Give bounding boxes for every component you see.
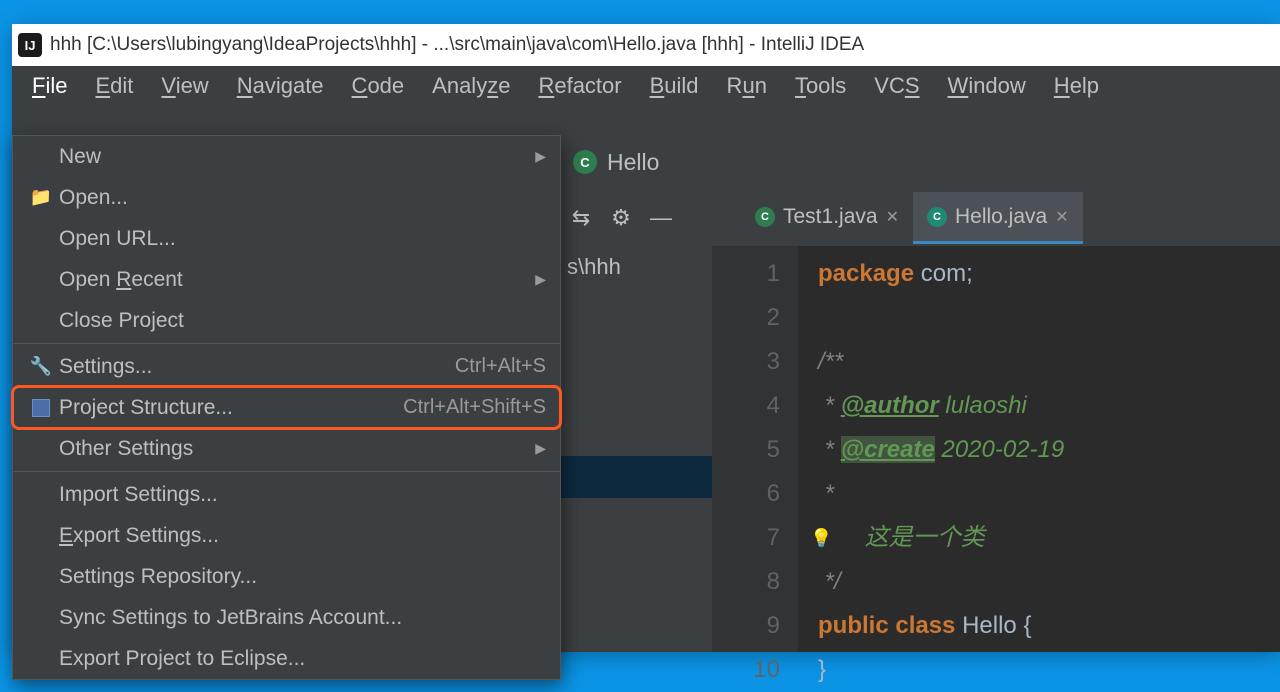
menu-item-import-settings[interactable]: Import Settings... <box>13 474 560 515</box>
class-icon: C <box>755 207 775 227</box>
menu-help[interactable]: Help <box>1040 67 1113 105</box>
collapse-icon[interactable]: ⇆ <box>561 205 601 231</box>
class-icon: C <box>573 150 597 174</box>
menu-item-open[interactable]: 📁 Open... <box>13 177 560 218</box>
line-number: 2 <box>712 296 780 340</box>
line-number: 6 <box>712 472 780 516</box>
project-path: s\hhh <box>561 248 621 286</box>
file-menu-dropdown: New ▶ 📁 Open... Open URL... Open Recent … <box>12 135 561 680</box>
intention-bulb-icon[interactable]: 💡 <box>810 516 832 560</box>
line-number: 4 <box>712 384 780 428</box>
project-toolbar: ⇆ ⚙ — C Test1.java ✕ C Hello.java ✕ <box>561 192 1280 244</box>
menu-separator <box>13 471 560 472</box>
breadcrumb-item[interactable]: Hello <box>607 149 659 176</box>
menu-edit[interactable]: Edit <box>81 67 147 105</box>
gutter: 1 2 3 4 5 6 7 8 9 10 <box>712 246 798 652</box>
line-number: 10 <box>712 648 780 692</box>
menu-item-new[interactable]: New ▶ <box>13 136 560 177</box>
menu-view[interactable]: View <box>147 67 222 105</box>
menu-item-settings-repository[interactable]: Settings Repository... <box>13 556 560 597</box>
project-tree-selection[interactable] <box>561 456 712 498</box>
tab-hello[interactable]: C Hello.java ✕ <box>913 192 1083 244</box>
menu-item-project-structure[interactable]: Project Structure... Ctrl+Alt+Shift+S <box>13 387 560 428</box>
menu-refactor[interactable]: Refactor <box>524 67 635 105</box>
line-number: 8 <box>712 560 780 604</box>
code-editor[interactable]: 1 2 3 4 5 6 7 8 9 10 package com; /** * … <box>712 246 1280 652</box>
menu-file[interactable]: File <box>18 67 81 105</box>
line-number: 9 <box>712 604 780 648</box>
line-number: 3 <box>712 340 780 384</box>
menubar: File Edit View Navigate Code Analyze Ref… <box>12 66 1280 106</box>
folder-icon: 📁 <box>27 187 55 208</box>
menu-window[interactable]: Window <box>934 67 1040 105</box>
menu-item-open-recent[interactable]: Open Recent ▶ <box>13 259 560 300</box>
menu-item-sync-jetbrains[interactable]: Sync Settings to JetBrains Account... <box>13 597 560 638</box>
app-icon: IJ <box>18 33 42 57</box>
menu-separator <box>13 343 560 344</box>
code-area[interactable]: package com; /** * @author lulaoshi * @c… <box>798 246 1280 652</box>
editor-tabs: C Test1.java ✕ C Hello.java ✕ <box>741 192 1083 244</box>
menu-tools[interactable]: Tools <box>781 67 860 105</box>
menu-code[interactable]: Code <box>338 67 419 105</box>
breadcrumb: C Hello <box>561 132 1280 192</box>
menu-item-settings[interactable]: 🔧 Settings... Ctrl+Alt+S <box>13 346 560 387</box>
class-icon: C <box>927 207 947 227</box>
menu-navigate[interactable]: Navigate <box>223 67 338 105</box>
submenu-arrow-icon: ▶ <box>535 440 546 457</box>
submenu-arrow-icon: ▶ <box>535 271 546 288</box>
submenu-arrow-icon: ▶ <box>535 148 546 165</box>
project-structure-icon <box>27 399 55 417</box>
shortcut-label: Ctrl+Alt+Shift+S <box>403 396 546 419</box>
menu-item-close-project[interactable]: Close Project <box>13 300 560 341</box>
line-number: 5 <box>712 428 780 472</box>
line-number: 7 <box>712 516 780 560</box>
line-number: 1 <box>712 252 780 296</box>
window-title: hhh [C:\Users\lubingyang\IdeaProjects\hh… <box>50 34 864 56</box>
menu-analyze[interactable]: Analyze <box>418 67 524 105</box>
wrench-icon: 🔧 <box>27 356 55 377</box>
tab-test1[interactable]: C Test1.java ✕ <box>741 192 913 244</box>
minimize-icon[interactable]: — <box>641 205 681 231</box>
menu-item-other-settings[interactable]: Other Settings ▶ <box>13 428 560 469</box>
close-icon[interactable]: ✕ <box>886 207 899 227</box>
menu-build[interactable]: Build <box>636 67 713 105</box>
menu-run[interactable]: Run <box>713 67 781 105</box>
menu-item-export-eclipse[interactable]: Export Project to Eclipse... <box>13 638 560 679</box>
menu-vcs[interactable]: VCS <box>860 67 933 105</box>
close-icon[interactable]: ✕ <box>1055 207 1068 227</box>
ide-window: IJ hhh [C:\Users\lubingyang\IdeaProjects… <box>12 24 1280 652</box>
gear-icon[interactable]: ⚙ <box>601 205 641 231</box>
menu-item-export-settings[interactable]: Export Settings... <box>13 515 560 556</box>
tab-label: Hello.java <box>955 205 1047 229</box>
menu-item-open-url[interactable]: Open URL... <box>13 218 560 259</box>
tab-label: Test1.java <box>783 205 878 229</box>
shortcut-label: Ctrl+Alt+S <box>455 355 546 378</box>
titlebar: IJ hhh [C:\Users\lubingyang\IdeaProjects… <box>12 24 1280 66</box>
